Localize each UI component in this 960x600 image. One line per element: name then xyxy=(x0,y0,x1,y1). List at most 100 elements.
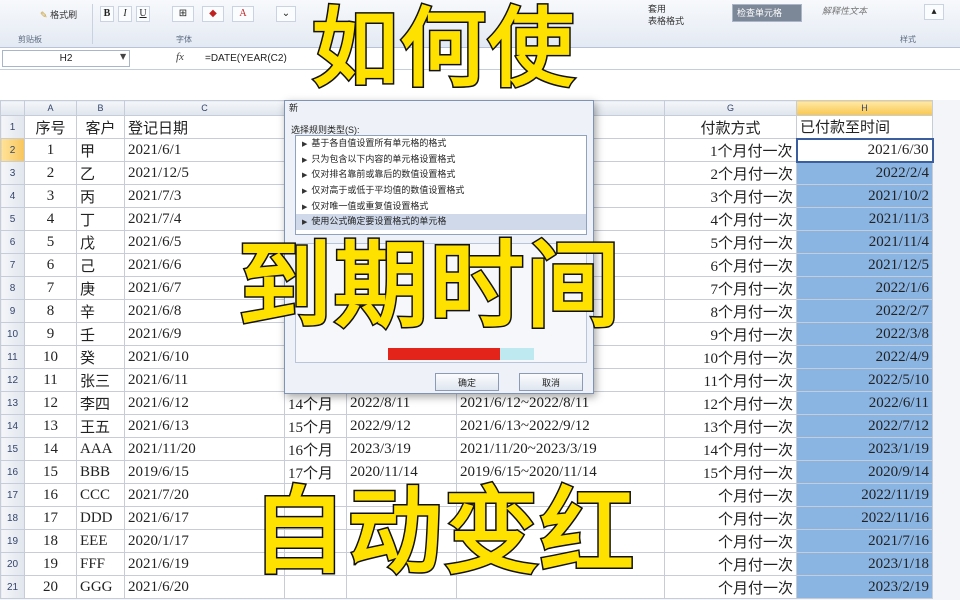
table-cell[interactable]: 个月付一次 xyxy=(664,575,797,599)
table-cell[interactable]: 2022/2/4 xyxy=(796,161,933,185)
table-cell[interactable]: 6 xyxy=(24,253,77,277)
table-cell[interactable]: FFF xyxy=(76,552,125,576)
table-cell[interactable]: 壬 xyxy=(76,322,125,346)
header-cell[interactable]: 登记日期 xyxy=(124,115,285,139)
table-cell[interactable]: 12 xyxy=(24,391,77,415)
underline-button[interactable]: U xyxy=(136,6,150,22)
header-cell[interactable]: 已付款至时间 xyxy=(796,115,933,139)
format-painter-button[interactable]: ✎ 格式刷 xyxy=(40,8,77,21)
table-cell[interactable]: 2023/1/18 xyxy=(796,552,933,576)
table-cell[interactable]: 2021/7/16 xyxy=(796,529,933,553)
table-cell[interactable]: 11 xyxy=(24,368,77,392)
rule-type-item[interactable]: ▶ 只为包含以下内容的单元格设置格式 xyxy=(296,152,586,168)
table-cell[interactable]: 10 xyxy=(24,345,77,369)
row-header[interactable]: 14 xyxy=(0,414,25,438)
header-cell[interactable]: 序号 xyxy=(24,115,77,139)
table-cell[interactable]: 2个月付一次 xyxy=(664,161,797,185)
table-cell[interactable]: 2021/6/11 xyxy=(124,368,285,392)
table-cell[interactable]: 2021/12/5 xyxy=(796,253,933,277)
rule-type-item-selected[interactable]: ▶ 使用公式确定要设置格式的单元格 xyxy=(296,214,586,231)
row-header[interactable]: 17 xyxy=(0,483,25,507)
table-cell[interactable]: 个月付一次 xyxy=(664,483,797,507)
row-header[interactable]: 18 xyxy=(0,506,25,530)
table-cell[interactable]: 2021/11/3 xyxy=(796,207,933,231)
table-cell[interactable]: 丙 xyxy=(76,184,125,208)
fx-icon[interactable]: fx xyxy=(176,51,184,63)
style-explanatory-text[interactable]: 解释性文本 xyxy=(822,4,867,17)
table-cell[interactable]: 2021/6/10 xyxy=(124,345,285,369)
table-cell[interactable]: 辛 xyxy=(76,299,125,323)
row-header[interactable]: 20 xyxy=(0,552,25,576)
row-header[interactable]: 4 xyxy=(0,184,25,208)
row-header[interactable]: 6 xyxy=(0,230,25,254)
row-header[interactable]: 7 xyxy=(0,253,25,277)
row-header[interactable]: 12 xyxy=(0,368,25,392)
table-cell[interactable]: 2021/11/20~2023/3/19 xyxy=(456,437,665,461)
header-cell[interactable]: 客户 xyxy=(76,115,125,139)
table-cell[interactable]: 14个月付一次 xyxy=(664,437,797,461)
table-cell[interactable]: 14 xyxy=(24,437,77,461)
table-cell[interactable]: 2022/2/7 xyxy=(796,299,933,323)
column-header[interactable]: A xyxy=(24,100,77,116)
table-cell[interactable]: 16个月 xyxy=(284,437,347,461)
table-cell[interactable]: 2021/6/30 xyxy=(795,137,934,163)
row-header[interactable]: 15 xyxy=(0,437,25,461)
row-header[interactable]: 13 xyxy=(0,391,25,415)
table-cell[interactable]: 15个月付一次 xyxy=(664,460,797,484)
borders-button[interactable]: ⊞ xyxy=(172,6,194,22)
header-cell[interactable]: 付款方式 xyxy=(664,115,797,139)
table-cell[interactable]: 15 xyxy=(24,460,77,484)
row-header[interactable]: 9 xyxy=(0,299,25,323)
table-cell[interactable]: 2021/11/4 xyxy=(796,230,933,254)
column-header[interactable]: G xyxy=(664,100,797,116)
name-box[interactable]: H2 xyxy=(2,50,130,67)
table-cell[interactable]: 庚 xyxy=(76,276,125,300)
select-all-corner[interactable] xyxy=(0,100,25,116)
italic-button[interactable]: I xyxy=(118,6,132,22)
table-cell[interactable]: 2021/7/4 xyxy=(124,207,285,231)
table-cell[interactable]: 9 xyxy=(24,322,77,346)
table-cell[interactable]: 11个月付一次 xyxy=(664,368,797,392)
row-header[interactable]: 3 xyxy=(0,161,25,185)
table-cell[interactable]: 7个月付一次 xyxy=(664,276,797,300)
table-cell[interactable]: 1个月付一次 xyxy=(664,138,797,162)
table-cell[interactable]: 2022/7/12 xyxy=(796,414,933,438)
chevron-down-icon[interactable]: ▼ xyxy=(120,52,126,61)
table-cell[interactable]: 2022/6/11 xyxy=(796,391,933,415)
table-cell[interactable]: 丁 xyxy=(76,207,125,231)
table-cell[interactable]: 个月付一次 xyxy=(664,552,797,576)
table-cell[interactable]: EEE xyxy=(76,529,125,553)
table-cell[interactable]: 18 xyxy=(24,529,77,553)
table-cell[interactable]: 3个月付一次 xyxy=(664,184,797,208)
table-cell[interactable]: 癸 xyxy=(76,345,125,369)
table-cell[interactable]: 19 xyxy=(24,552,77,576)
row-header[interactable]: 8 xyxy=(0,276,25,300)
table-cell[interactable]: BBB xyxy=(76,460,125,484)
table-cell[interactable]: 乙 xyxy=(76,161,125,185)
styles-scroll-button[interactable]: ▴ xyxy=(924,4,944,20)
table-cell[interactable]: 2021/6/13~2022/9/12 xyxy=(456,414,665,438)
table-cell[interactable]: 2023/3/19 xyxy=(346,437,457,461)
table-cell[interactable]: 8 xyxy=(24,299,77,323)
font-color-button[interactable]: A xyxy=(232,6,254,22)
table-cell[interactable]: 2022/4/9 xyxy=(796,345,933,369)
table-cell[interactable]: 戊 xyxy=(76,230,125,254)
table-cell[interactable]: 2021/12/5 xyxy=(124,161,285,185)
table-cell[interactable]: 李四 xyxy=(76,391,125,415)
table-cell[interactable]: 个月付一次 xyxy=(664,506,797,530)
rule-type-item[interactable]: ▶ 仅对高于或低于平均值的数值设置格式 xyxy=(296,183,586,199)
table-cell[interactable]: 己 xyxy=(76,253,125,277)
table-cell[interactable]: 2023/2/19 xyxy=(796,575,933,599)
table-cell[interactable]: 2022/11/19 xyxy=(796,483,933,507)
column-header[interactable]: C xyxy=(124,100,285,116)
wrap-button[interactable]: ⌄ xyxy=(276,6,296,22)
row-header[interactable]: 5 xyxy=(0,207,25,231)
table-cell[interactable]: 5 xyxy=(24,230,77,254)
table-cell[interactable]: 15个月 xyxy=(284,414,347,438)
table-cell[interactable]: GGG xyxy=(76,575,125,599)
table-cell[interactable]: 2021/7/3 xyxy=(124,184,285,208)
table-cell[interactable]: AAA xyxy=(76,437,125,461)
table-cell[interactable]: 张三 xyxy=(76,368,125,392)
table-format-button[interactable]: 表格格式 xyxy=(648,14,684,27)
row-header[interactable]: 2 xyxy=(0,138,25,162)
